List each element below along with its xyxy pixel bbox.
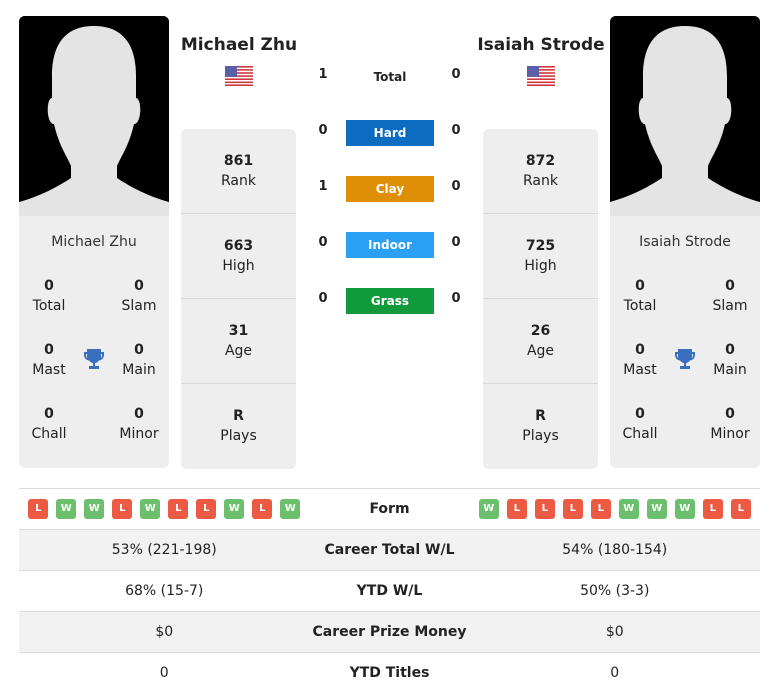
career-wl-row: 53% (221-198) Career Total W/L 54% (180-…	[19, 529, 760, 571]
us-flag-icon	[225, 66, 253, 86]
form-win-badge[interactable]: W	[280, 499, 301, 519]
comparison-table: LWWLWLLWLW Form WLLLLWWWLL 53% (221-198)…	[19, 488, 760, 694]
player1-high: 663 High	[181, 214, 296, 299]
h2h-total-p1: 1	[318, 67, 328, 82]
player1-ytd-titles: 0	[19, 652, 310, 694]
player2-main-titles: 0 Main	[713, 342, 747, 378]
form-win-badge[interactable]: W	[646, 499, 667, 519]
player2-age: 26 Age	[483, 299, 598, 384]
player2-career-wl: 54% (180-154)	[469, 529, 760, 571]
form-loss-badge[interactable]: L	[168, 499, 189, 519]
ytd-titles-row: 0 YTD Titles 0	[19, 652, 760, 694]
player1-rank: 861 Rank	[181, 129, 296, 214]
trophy-icon	[82, 347, 106, 375]
form-loss-badge[interactable]: L	[28, 499, 49, 519]
player1-titles-card: Michael Zhu 0 Total 0 Slam 0 Mast 0 Main 0 Ch…	[19, 216, 169, 468]
player1-photo	[19, 16, 169, 216]
us-flag-icon	[527, 66, 555, 86]
h2h-total-label: Total	[373, 70, 407, 84]
player1-main-titles: 0 Main	[122, 342, 156, 378]
form-win-badge[interactable]: W	[84, 499, 105, 519]
h2h-grass-p1: 0	[318, 291, 328, 306]
h2h-indoor-p1: 0	[318, 235, 328, 250]
player2-rank: 872 Rank	[483, 129, 598, 214]
player2-minor-titles: 0 Minor	[710, 406, 750, 442]
player1-ytd-wl: 68% (15-7)	[19, 570, 310, 612]
player2-slam-titles: 0 Slam	[712, 278, 748, 314]
player2-ytd-titles: 0	[469, 652, 760, 694]
player2-chall-titles: 0 Chall	[622, 406, 658, 442]
h2h-clay-p1: 1	[318, 179, 328, 194]
player2-photo	[610, 16, 760, 216]
form-loss-badge[interactable]: L	[506, 499, 527, 519]
form-label: Form	[309, 488, 470, 530]
player1-age: 31 Age	[181, 299, 296, 384]
player1-slam-titles: 0 Slam	[121, 278, 157, 314]
form-loss-badge[interactable]: L	[730, 499, 751, 519]
player2-high: 725 High	[483, 214, 598, 299]
surface-grass-button[interactable]: Grass	[346, 288, 434, 314]
silhouette-icon	[19, 16, 169, 216]
player2-total-titles: 0 Total	[623, 278, 657, 314]
player1-prize: $0	[19, 611, 310, 653]
h2h-indoor-p2: 0	[451, 235, 461, 250]
player2-titles-card: Isaiah Strode 0 Total 0 Slam 0 Mast 0 Main 0…	[610, 216, 760, 468]
ytd-wl-label: YTD W/L	[309, 570, 470, 612]
form-loss-badge[interactable]: L	[196, 499, 217, 519]
player2-prize: $0	[469, 611, 760, 653]
surface-indoor-button[interactable]: Indoor	[346, 232, 434, 258]
prize-row: $0 Career Prize Money $0	[19, 611, 760, 653]
surface-clay-button[interactable]: Clay	[346, 176, 434, 202]
h2h-clay-p2: 0	[451, 179, 461, 194]
player2-plays: R Plays	[522, 408, 559, 444]
form-win-badge[interactable]: W	[478, 499, 499, 519]
player1-plays: R Plays	[220, 408, 257, 444]
player1-info-box: 861 Rank 663 High 31 Age R Plays	[181, 129, 296, 469]
player2-info-box: 872 Rank 725 High 26 Age R Plays	[483, 129, 598, 469]
h2h-grass-p2: 0	[451, 291, 461, 306]
form-win-badge[interactable]: W	[140, 499, 161, 519]
ytd-wl-row: 68% (15-7) YTD W/L 50% (3-3)	[19, 570, 760, 612]
player1-minor-titles: 0 Minor	[119, 406, 159, 442]
career-wl-label: Career Total W/L	[309, 529, 470, 571]
player1-mast-titles: 0 Mast	[32, 342, 66, 378]
form-row: LWWLWLLWLW Form WLLLLWWWLL	[19, 488, 760, 530]
player1-total-titles: 0 Total	[32, 278, 66, 314]
form-loss-badge[interactable]: L	[112, 499, 133, 519]
form-win-badge[interactable]: W	[618, 499, 639, 519]
form-win-badge[interactable]: W	[56, 499, 77, 519]
form-loss-badge[interactable]: L	[702, 499, 723, 519]
player2-card-name: Isaiah Strode	[639, 234, 731, 250]
player1-form: LWWLWLLWLW	[19, 488, 310, 530]
surface-hard-button[interactable]: Hard	[346, 120, 434, 146]
player2-mast-titles: 0 Mast	[623, 342, 657, 378]
h2h-hard-p2: 0	[451, 123, 461, 138]
player1-career-wl: 53% (221-198)	[19, 529, 310, 571]
player1-chall-titles: 0 Chall	[31, 406, 67, 442]
h2h-hard-p1: 0	[318, 123, 328, 138]
h2h-total-p2: 0	[451, 67, 461, 82]
form-loss-badge[interactable]: L	[252, 499, 273, 519]
form-win-badge[interactable]: W	[224, 499, 245, 519]
form-loss-badge[interactable]: L	[562, 499, 583, 519]
form-win-badge[interactable]: W	[674, 499, 695, 519]
trophy-icon	[673, 347, 697, 375]
player2-name[interactable]: Isaiah Strode	[451, 35, 631, 55]
form-loss-badge[interactable]: L	[590, 499, 611, 519]
silhouette-icon	[610, 16, 760, 216]
prize-label: Career Prize Money	[309, 611, 470, 653]
form-loss-badge[interactable]: L	[534, 499, 555, 519]
ytd-titles-label: YTD Titles	[309, 652, 470, 694]
player1-name[interactable]: Michael Zhu	[149, 35, 329, 55]
player2-form: WLLLLWWWLL	[469, 488, 760, 530]
player1-card-name: Michael Zhu	[51, 234, 137, 250]
player2-ytd-wl: 50% (3-3)	[469, 570, 760, 612]
